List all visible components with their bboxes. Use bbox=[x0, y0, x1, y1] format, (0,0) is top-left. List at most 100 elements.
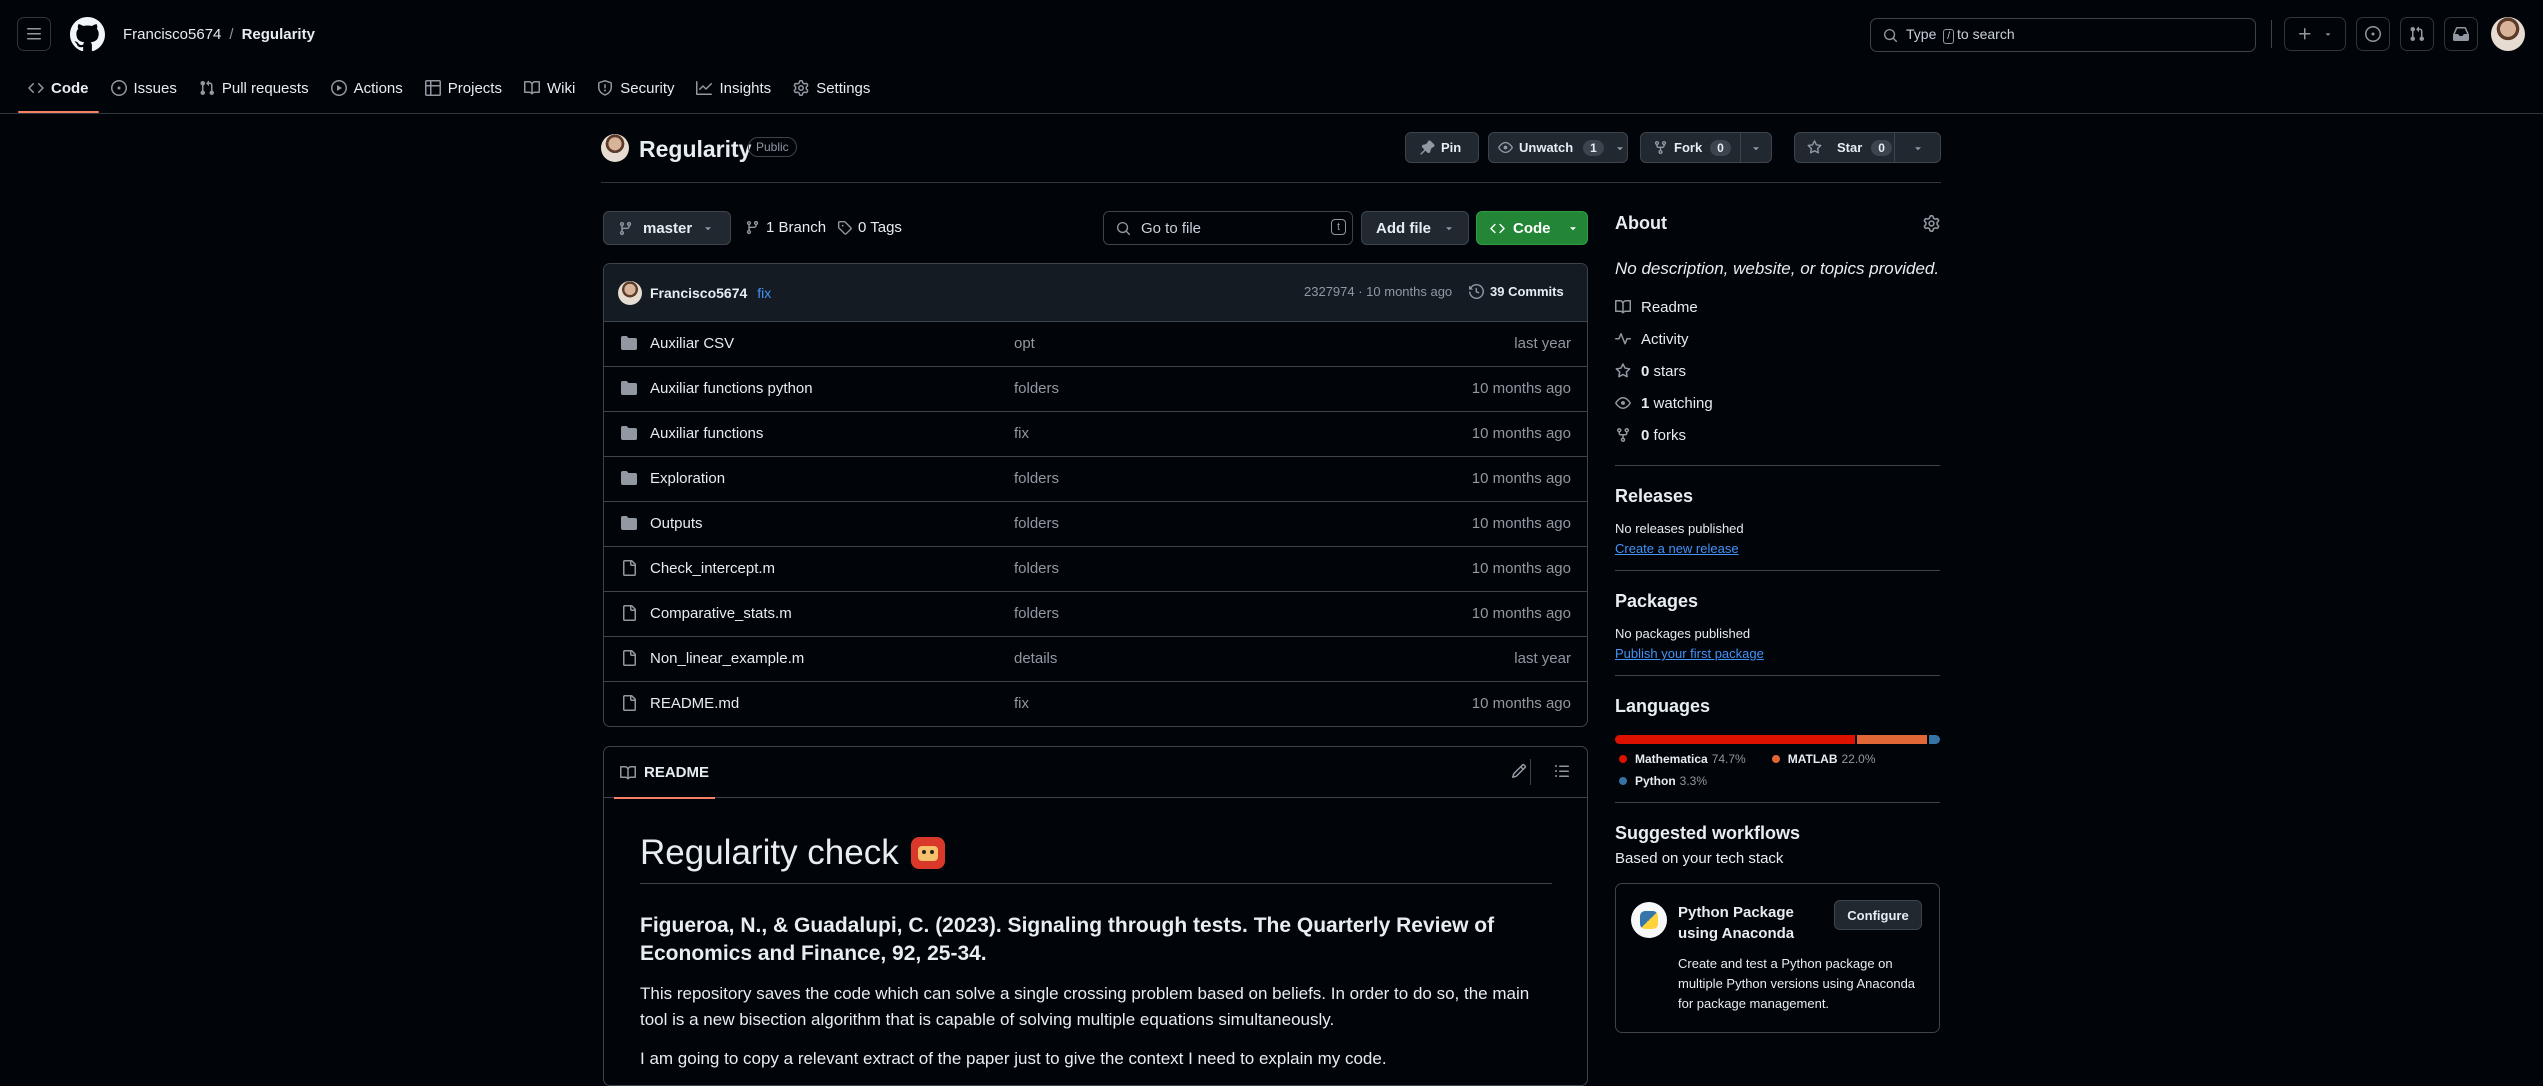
tab-actions[interactable]: Actions bbox=[323, 72, 411, 104]
file-commit-message[interactable]: folders bbox=[1014, 470, 1059, 487]
git-pull-request-icon bbox=[200, 80, 214, 96]
file-name-link[interactable]: Auxiliar functions bbox=[650, 425, 763, 442]
tab-insights[interactable]: Insights bbox=[688, 72, 779, 104]
language-color-dot bbox=[1619, 755, 1627, 763]
commit-message-link[interactable]: fix bbox=[757, 285, 771, 301]
code-dropdown-button[interactable]: Code bbox=[1476, 211, 1588, 245]
star-dropdown-button[interactable] bbox=[1894, 132, 1941, 163]
activity-link[interactable]: Activity bbox=[1615, 323, 1940, 355]
file-row[interactable]: Exploration folders 10 months ago bbox=[604, 457, 1587, 502]
publish-package-link[interactable]: Publish your first package bbox=[1615, 646, 1940, 661]
go-to-file-placeholder: Go to file bbox=[1141, 219, 1202, 237]
create-new-button[interactable] bbox=[2284, 17, 2346, 51]
tab-wiki[interactable]: Wiki bbox=[516, 72, 583, 104]
file-row[interactable]: README.md fix 10 months ago bbox=[604, 682, 1587, 726]
readme-outline-button[interactable] bbox=[1554, 763, 1570, 779]
configure-workflow-button[interactable]: Configure bbox=[1834, 900, 1922, 930]
pull-requests-shortcut-button[interactable] bbox=[2400, 17, 2434, 51]
search-shortcut-key: / bbox=[1943, 29, 1955, 44]
tab-projects[interactable]: Projects bbox=[417, 72, 510, 104]
watchers-link[interactable]: 1 watching bbox=[1615, 387, 1940, 419]
folder-icon-wrap bbox=[621, 425, 637, 441]
tab-issues[interactable]: Issues bbox=[103, 72, 185, 104]
breadcrumb-repo-link[interactable]: Regularity bbox=[242, 26, 315, 43]
breadcrumb-owner-link[interactable]: Francisco5674 bbox=[123, 26, 221, 43]
folder-icon-wrap bbox=[621, 380, 637, 396]
hamburger-menu-button[interactable] bbox=[17, 17, 51, 51]
file-commit-message[interactable]: folders bbox=[1014, 515, 1059, 532]
language-name: Python bbox=[1635, 774, 1676, 788]
file-name-link[interactable]: Outputs bbox=[650, 515, 703, 532]
add-file-button[interactable]: Add file bbox=[1361, 211, 1469, 245]
tab-security[interactable]: Security bbox=[589, 72, 682, 104]
robot-emoji-icon bbox=[910, 837, 945, 869]
git-branch-icon bbox=[746, 220, 759, 235]
stars-count: 0 bbox=[1641, 362, 1650, 380]
github-logo-icon[interactable] bbox=[70, 17, 105, 52]
pin-button[interactable]: Pin bbox=[1405, 132, 1479, 163]
owner-avatar[interactable] bbox=[601, 134, 629, 162]
file-name-link[interactable]: README.md bbox=[650, 695, 739, 712]
star-button[interactable]: Star 0 bbox=[1794, 132, 1895, 163]
file-name-link[interactable]: Comparative_stats.m bbox=[650, 605, 792, 622]
fork-button[interactable]: Fork 0 bbox=[1640, 132, 1741, 163]
file-name-link[interactable]: Non_linear_example.m bbox=[650, 650, 804, 667]
file-commit-message[interactable]: fix bbox=[1014, 695, 1029, 712]
file-commit-message[interactable]: folders bbox=[1014, 605, 1059, 622]
go-to-file-input[interactable]: Go to file t bbox=[1103, 211, 1353, 245]
file-commit-message[interactable]: opt bbox=[1014, 335, 1035, 352]
file-name-link[interactable]: Auxiliar CSV bbox=[650, 335, 734, 352]
commits-link[interactable]: 39 Commits bbox=[1469, 284, 1564, 299]
language-item[interactable]: Mathematica 74.7% bbox=[1615, 752, 1746, 766]
fork-dropdown-button[interactable] bbox=[1740, 132, 1772, 163]
file-commit-message[interactable]: fix bbox=[1014, 425, 1029, 442]
file-name-link[interactable]: Auxiliar functions python bbox=[650, 380, 813, 397]
file-row[interactable]: Auxiliar functions fix 10 months ago bbox=[604, 412, 1587, 457]
file-row[interactable]: Check_intercept.m folders 10 months ago bbox=[604, 547, 1587, 592]
file-row[interactable]: Outputs folders 10 months ago bbox=[604, 502, 1587, 547]
readme-link-label: Readme bbox=[1641, 298, 1698, 316]
user-avatar[interactable] bbox=[2491, 17, 2525, 51]
commit-author-avatar[interactable] bbox=[618, 280, 642, 305]
inbox-button[interactable] bbox=[2444, 17, 2478, 51]
repo-name-link[interactable]: Regularity bbox=[639, 136, 751, 162]
file-commit-message[interactable]: folders bbox=[1014, 380, 1059, 397]
file-name-link[interactable]: Check_intercept.m bbox=[650, 560, 775, 577]
forks-link[interactable]: 0 forks bbox=[1615, 419, 1940, 451]
file-browser: Francisco5674 fix 2327974 · 10 months ag… bbox=[603, 263, 1588, 727]
commit-author-link[interactable]: Francisco5674 bbox=[650, 285, 747, 301]
branch-selector[interactable]: master bbox=[603, 211, 731, 245]
workflows-heading: Suggested workflows bbox=[1615, 823, 1801, 843]
tab-settings[interactable]: Settings bbox=[785, 72, 878, 104]
unwatch-button[interactable]: Unwatch 1 bbox=[1488, 132, 1628, 163]
file-commit-message[interactable]: details bbox=[1014, 650, 1057, 667]
file-commit-message[interactable]: folders bbox=[1014, 560, 1059, 577]
tags-link[interactable]: 0 Tags bbox=[837, 219, 902, 236]
packages-heading: Packages bbox=[1615, 591, 1699, 611]
readme-link[interactable]: Readme bbox=[1615, 291, 1940, 323]
language-item[interactable]: MATLAB 22.0% bbox=[1768, 752, 1876, 766]
folder-icon-wrap bbox=[621, 335, 637, 351]
file-name-link[interactable]: Exploration bbox=[650, 470, 725, 487]
tab-label: Insights bbox=[719, 79, 772, 97]
edit-readme-button[interactable] bbox=[1511, 763, 1527, 779]
file-row[interactable]: Non_linear_example.m details last year bbox=[604, 637, 1587, 682]
file-icon-wrap bbox=[621, 695, 637, 711]
file-row[interactable]: Auxiliar CSV opt last year bbox=[604, 322, 1587, 367]
tab-pull-requests[interactable]: Pull requests bbox=[191, 72, 317, 104]
readme-tab[interactable]: README bbox=[613, 747, 716, 799]
create-release-link[interactable]: Create a new release bbox=[1615, 541, 1940, 556]
branches-link[interactable]: 1 Branch bbox=[745, 219, 826, 236]
file-commit-date: 10 months ago bbox=[1471, 425, 1571, 442]
language-item[interactable]: Python 3.3% bbox=[1615, 774, 1707, 788]
book-icon bbox=[1615, 299, 1631, 314]
code-button-label: Code bbox=[1513, 219, 1551, 237]
file-row[interactable]: Auxiliar functions python folders 10 month… bbox=[604, 367, 1587, 412]
file-row[interactable]: Comparative_stats.m folders 10 months ago bbox=[604, 592, 1587, 637]
issues-shortcut-button[interactable] bbox=[2356, 17, 2390, 51]
global-search-input[interactable]: Type / to search bbox=[1870, 18, 2256, 52]
tab-code[interactable]: Code bbox=[18, 72, 98, 113]
stars-link[interactable]: 0 stars bbox=[1615, 355, 1940, 387]
about-settings-button[interactable] bbox=[1923, 215, 1940, 232]
commit-hash-time[interactable]: 2327974 · 10 months ago bbox=[1304, 284, 1452, 299]
